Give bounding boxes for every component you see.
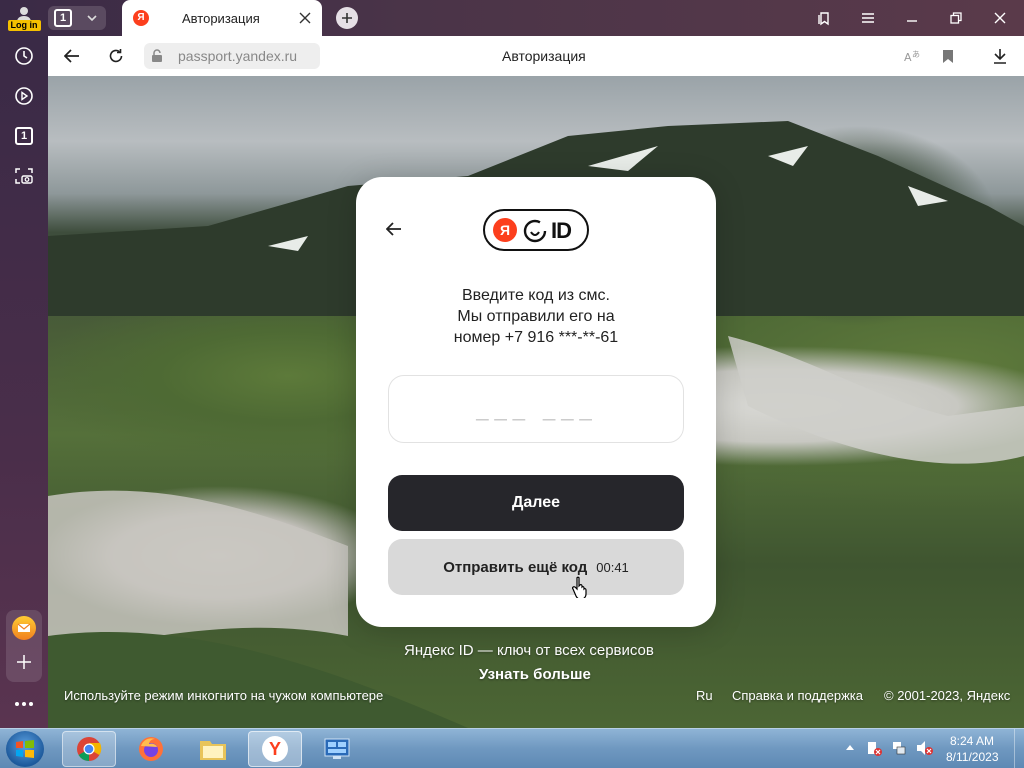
folder-icon [200, 741, 226, 760]
sidebar-more-button[interactable] [12, 692, 36, 716]
close-tab-icon[interactable] [298, 11, 312, 25]
envelope-icon [17, 623, 31, 632]
instruction-text: Введите код из смс. Мы отправили его на … [356, 285, 716, 348]
sms-code-input[interactable]: ___ ___ [388, 375, 684, 443]
login-label: Log in [7, 19, 41, 31]
reload-button[interactable] [104, 44, 128, 68]
network-icon[interactable] [891, 740, 907, 756]
close-window-button[interactable] [988, 6, 1012, 30]
hand-cursor-icon [572, 576, 587, 598]
volume-muted-icon[interactable] [916, 740, 934, 756]
add-panel-button[interactable] [12, 650, 36, 674]
code-placeholder: ___ ___ [476, 396, 598, 421]
logo-id-text: ID [551, 218, 572, 243]
collections-button[interactable] [812, 6, 836, 30]
restore-button[interactable] [944, 6, 968, 30]
url-field[interactable]: passport.yandex.ru [144, 43, 320, 69]
translate-icon: Aあ [904, 50, 920, 64]
resend-timer: 00:41 [596, 559, 629, 575]
chevron-down-icon [87, 15, 97, 22]
yandex-id-logo: Я ID [483, 209, 589, 251]
action-center-icon[interactable] [866, 740, 882, 756]
login-button[interactable]: Log in [6, 3, 42, 33]
svg-text:あ: あ [912, 50, 920, 59]
tray-expand-icon[interactable] [845, 743, 855, 751]
plus-icon [342, 13, 352, 23]
lock-icon [152, 49, 162, 62]
plus-icon [17, 655, 31, 669]
smile-icon [523, 219, 547, 243]
browser-tab-bar: Log in 1 Я Авторизация [0, 0, 1024, 36]
bookmark-button[interactable] [936, 44, 960, 68]
menu-button[interactable] [856, 6, 880, 30]
camera-icon [15, 168, 33, 184]
windows-taskbar: Y 8:24 AM 8/11/2023 [0, 728, 1024, 768]
taskbar-control-panel[interactable] [310, 731, 364, 767]
yandex-favicon-icon: Я [133, 10, 149, 26]
url-text: passport.yandex.ru [178, 48, 298, 64]
incognito-hint: Используйте режим инкогнито на чужом ком… [64, 688, 384, 703]
next-button-label: Далее [511, 494, 561, 511]
reload-icon [109, 49, 123, 63]
download-icon [994, 49, 1006, 64]
taskbar-chrome[interactable] [62, 731, 116, 767]
arrow-left-icon [386, 222, 401, 236]
instruction-line: Мы отправили его на [457, 308, 615, 325]
history-button[interactable] [12, 44, 36, 68]
instruction-line: Введите код из смс. [462, 287, 610, 304]
footer-tagline: Яндекс ID — ключ от всех сервисов [404, 642, 654, 659]
show-desktop-button[interactable] [1014, 729, 1024, 768]
bookmark-icon [943, 49, 953, 63]
address-bar: passport.yandex.ru Авторизация Aあ [48, 36, 1024, 76]
help-link[interactable]: Справка и поддержка [732, 688, 863, 703]
minimize-button[interactable] [900, 6, 924, 30]
minimize-icon [907, 20, 917, 22]
more-dots-icon [15, 702, 33, 706]
tabs-panel-button[interactable]: 1 [12, 124, 36, 148]
browser-sidebar: 1 [0, 36, 48, 728]
windows-logo-icon [16, 740, 34, 758]
yandex-browser-icon: Y [262, 736, 288, 762]
tab-authorization[interactable]: Я Авторизация [122, 0, 322, 36]
copyright: © 2001-2023, Яндекс [884, 688, 1011, 703]
yandex-logo-letter: Я [493, 218, 517, 242]
downloads-button[interactable] [988, 44, 1012, 68]
tabs-counter: 1 [54, 9, 72, 27]
resend-button-label: Отправить ещё код [443, 558, 588, 576]
clock-date[interactable]: 8/11/2023 [946, 750, 999, 764]
mail-app-button[interactable] [12, 616, 36, 640]
taskbar-yandex-browser[interactable]: Y [248, 731, 302, 767]
clock-time[interactable]: 8:24 AM [950, 734, 994, 748]
play-icon [15, 87, 33, 105]
screenshot-button[interactable] [12, 164, 36, 188]
next-button[interactable]: Далее [388, 475, 684, 531]
instruction-line: номер +7 916 ***-**-61 [453, 329, 619, 346]
page-title: Авторизация [502, 48, 586, 64]
restore-icon [950, 12, 962, 24]
back-arrow-button[interactable] [382, 217, 406, 241]
side-tabs-counter: 1 [15, 127, 33, 145]
media-button[interactable] [12, 84, 36, 108]
tab-title: Авторизация [182, 11, 260, 26]
arrow-left-icon [64, 49, 79, 63]
resend-code-button[interactable]: Отправить ещё код 00:41 [388, 539, 684, 595]
firefox-icon [139, 737, 163, 761]
svg-text:A: A [904, 51, 912, 64]
back-button[interactable] [60, 44, 84, 68]
learn-more-link[interactable]: Узнать больше [479, 666, 591, 683]
start-button[interactable] [6, 731, 44, 767]
new-tab-button[interactable] [336, 7, 358, 29]
translate-button[interactable]: Aあ [900, 44, 924, 68]
close-icon [994, 12, 1006, 24]
auth-card: Я ID Введите код из смс. Мы отправили ег… [356, 177, 716, 627]
hamburger-icon [862, 13, 874, 23]
control-panel-icon [324, 738, 350, 759]
chrome-icon [77, 737, 102, 761]
tabs-counter-button[interactable]: 1 [48, 6, 106, 30]
language-link[interactable]: Ru [696, 688, 713, 703]
clock-icon [15, 47, 33, 65]
taskbar-explorer[interactable] [186, 731, 240, 767]
taskbar-firefox[interactable] [124, 731, 178, 767]
bookmarks-icon [818, 12, 829, 26]
